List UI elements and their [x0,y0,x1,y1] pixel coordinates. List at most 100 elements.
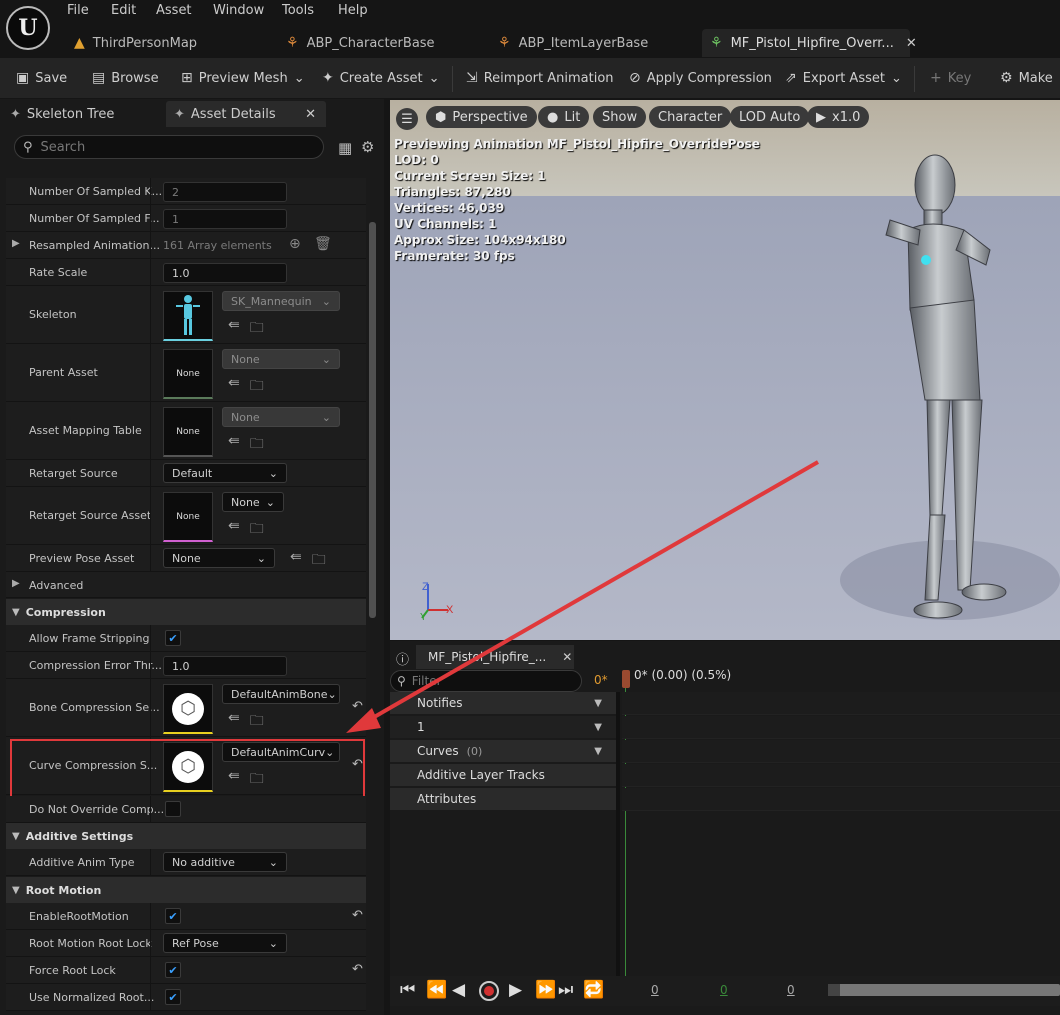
track-curves[interactable]: Curves (0) ▼ [390,740,616,762]
enable-root-motion-checkbox[interactable]: ✔ [165,908,181,924]
section-compression[interactable]: ▼ Compression [6,599,366,625]
skeleton-thumbnail[interactable] [163,291,213,341]
scrollbar[interactable] [369,222,376,618]
compression-error-field[interactable]: 1.0 [163,656,287,676]
menu-window[interactable]: Window [213,3,264,18]
key-button[interactable]: + Key [930,66,971,90]
browse-folder-icon[interactable]: 🗀 [312,549,326,573]
record-button[interactable] [479,981,499,1001]
close-icon[interactable]: ✕ [562,650,572,664]
mapping-table-thumbnail[interactable]: None [163,407,213,457]
perspective-button[interactable]: ⬢ Perspective [426,106,537,128]
section-root-motion[interactable]: ▼ Root Motion [6,877,366,903]
playhead-handle[interactable] [622,670,630,688]
unreal-logo-icon[interactable]: U [6,6,50,50]
use-selected-icon[interactable]: ⇚ [228,433,240,457]
reset-to-default-icon[interactable]: ↶ [352,962,363,977]
help-icon[interactable]: ⓘ [396,649,409,668]
row-resampled-animation[interactable]: ▶ Resampled Animation... 161 Array eleme… [6,232,366,259]
use-selected-icon[interactable]: ⇚ [228,375,240,399]
track-attributes[interactable]: Attributes [390,788,616,810]
settings-icon[interactable]: ⚙ [361,138,374,156]
start-frame-counter[interactable]: 0 [651,983,659,997]
loop-icon[interactable]: 🔁 [583,980,604,1000]
trash-icon[interactable]: 🗑 [314,236,332,252]
skip-to-start-icon[interactable]: ⏮ [400,980,415,1000]
row-advanced[interactable]: ▶ Advanced [6,572,366,598]
browse-folder-icon[interactable]: 🗀 [250,710,264,734]
search-input[interactable]: ⚲ Search [14,135,324,159]
tab-abp-itemlayerbase[interactable]: ⚘ ABP_ItemLayerBase [498,29,648,57]
tab-abp-characterbase[interactable]: ⚘ ABP_CharacterBase [286,29,435,57]
apply-compression-button[interactable]: ⊘ Apply Compression [629,66,772,90]
tab-mf-pistol-hipfire[interactable]: ⚘ MF_Pistol_Hipfire_Overr... ✕ [702,29,917,57]
expand-arrow-icon[interactable]: ▶ [12,238,20,249]
allow-frame-stripping-checkbox[interactable]: ✔ [165,630,181,646]
root-lock-combo[interactable]: Ref Pose ⌄ [163,933,287,953]
close-icon[interactable]: ✕ [305,107,316,122]
reset-to-default-icon[interactable]: ↶ [352,699,363,714]
scrollbar-thumb[interactable] [828,984,840,996]
create-asset-button[interactable]: ✦ Create Asset ⌄ [322,66,440,90]
current-frame-counter[interactable]: 0 [720,983,728,997]
use-selected-icon[interactable]: ⇚ [290,549,302,573]
lod-auto-button[interactable]: LOD Auto [730,106,810,128]
mapping-table-combo[interactable]: None ⌄ [222,407,340,427]
tab-timeline-anim[interactable]: MF_Pistol_Hipfire_... ✕ [416,645,574,669]
tab-thirdpersonmap[interactable]: ▲ ThirdPersonMap [74,29,197,57]
hamburger-menu-icon[interactable]: ☰ [396,108,418,130]
play-speed-button[interactable]: ▶ x1.0 [807,106,870,128]
save-button[interactable]: ▣ Save [16,66,67,90]
browse-folder-icon[interactable]: 🗀 [250,518,264,542]
character-button[interactable]: Character [649,106,732,128]
filter-input[interactable]: ⚲ Filter [390,670,582,692]
use-selected-icon[interactable]: ⇚ [228,710,240,734]
menu-help[interactable]: Help [338,3,368,18]
retarget-asset-thumbnail[interactable]: None [163,492,213,542]
menu-asset[interactable]: Asset [156,3,192,18]
browse-button[interactable]: ▤ Browse [92,66,159,90]
menu-tools[interactable]: Tools [282,3,314,18]
rate-scale-field[interactable]: 1.0 [163,263,287,283]
export-asset-button[interactable]: ⇗ Export Asset ⌄ [785,66,902,90]
tab-skeleton-tree[interactable]: ✦ Skeleton Tree [10,101,114,127]
tab-asset-details[interactable]: ✦ Asset Details ✕ [166,101,326,127]
lit-button[interactable]: ● Lit [538,106,590,128]
parent-asset-thumbnail[interactable]: None [163,349,213,399]
play-icon[interactable]: ▶ [509,980,522,1000]
browse-folder-icon[interactable]: 🗀 [250,317,264,341]
section-additive-settings[interactable]: ▼ Additive Settings [6,823,366,849]
menu-edit[interactable]: Edit [111,3,136,18]
timeline-scrollbar[interactable] [828,984,1060,996]
play-reverse-icon[interactable]: ◀ [452,980,465,1000]
track-additive-layer[interactable]: Additive Layer Tracks [390,764,616,786]
preview-mesh-button[interactable]: ⊞ Preview Mesh ⌄ [181,66,305,90]
menu-file[interactable]: File [67,3,89,18]
normalized-root-checkbox[interactable]: ✔ [165,989,181,1005]
browse-folder-icon[interactable]: 🗀 [250,375,264,399]
reimport-animation-button[interactable]: ⇲ Reimport Animation [466,66,614,90]
step-forward-icon[interactable]: ⏩ [535,980,556,1000]
browse-folder-icon[interactable]: 🗀 [250,433,264,457]
parent-asset-combo[interactable]: None ⌄ [222,349,340,369]
skeleton-combo[interactable]: SK_Mannequin ⌄ [222,291,340,311]
bone-compression-thumbnail[interactable]: ⬡ [163,684,213,734]
expand-arrow-icon[interactable]: ▶ [12,578,20,589]
bone-compression-combo[interactable]: DefaultAnimBone ⌄ [222,684,340,704]
skip-to-end-icon[interactable]: ⏭ [558,980,573,1000]
force-root-lock-checkbox[interactable]: ✔ [165,962,181,978]
show-button[interactable]: Show [593,106,647,128]
close-tab-icon[interactable]: ✕ [906,36,917,51]
add-element-icon[interactable]: ⊕ [289,236,301,252]
reset-to-default-icon[interactable]: ↶ [352,908,363,923]
additive-type-combo[interactable]: No additive ⌄ [163,852,287,872]
track-notify-1[interactable]: 1 ▼ [390,716,616,738]
retarget-source-combo[interactable]: Default ⌄ [163,463,287,483]
end-frame-counter[interactable]: 0 [787,983,795,997]
use-selected-icon[interactable]: ⇚ [228,317,240,341]
make-button[interactable]: ⚙ Make [1000,66,1053,90]
preview-pose-combo[interactable]: None ⌄ [163,548,275,568]
use-selected-icon[interactable]: ⇚ [228,518,240,542]
track-notifies[interactable]: Notifies ▼ [390,692,616,714]
table-view-icon[interactable]: ▦ [338,139,352,157]
